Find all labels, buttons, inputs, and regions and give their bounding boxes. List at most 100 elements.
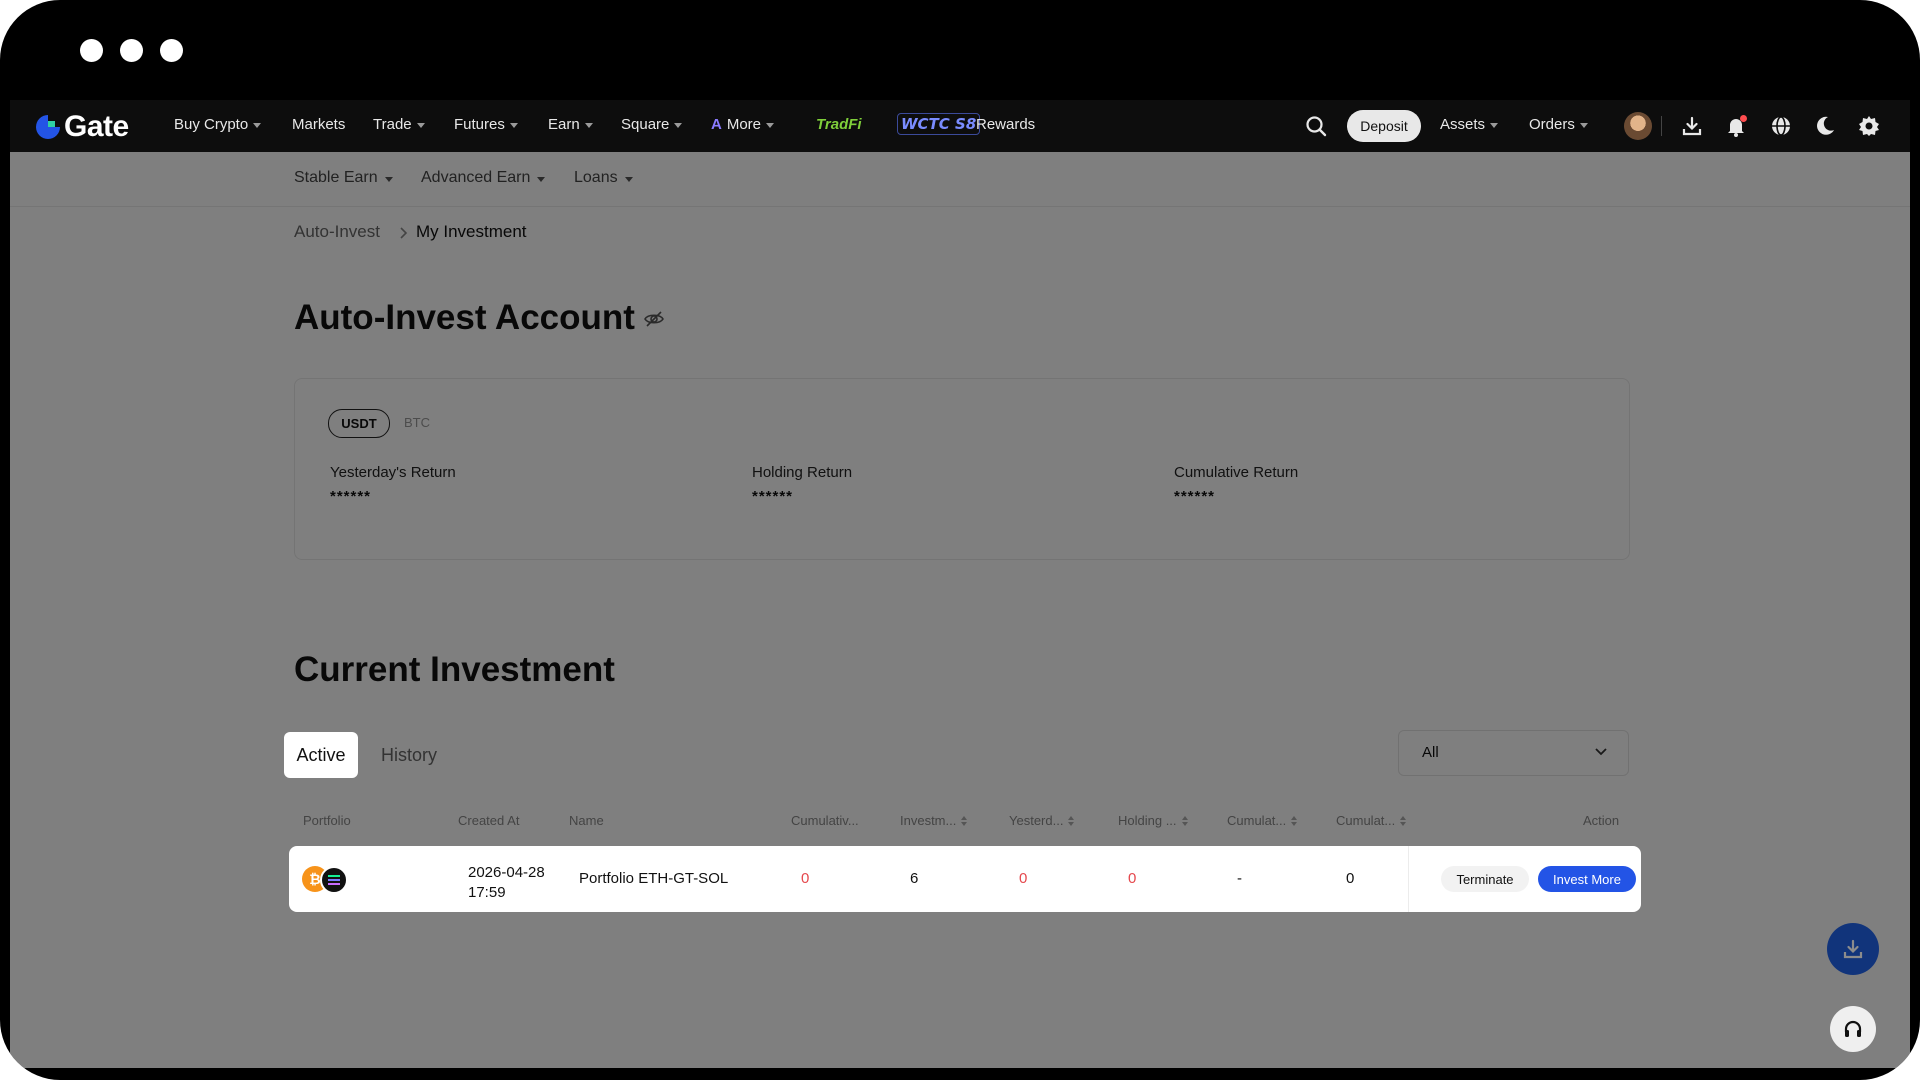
- deposit-button[interactable]: Deposit: [1347, 110, 1421, 142]
- nav-wctc[interactable]: WCTC S8: [897, 113, 981, 135]
- sort-icon: [1068, 815, 1075, 826]
- sort-icon: [961, 815, 968, 826]
- nav-earn-label: Earn: [548, 116, 580, 133]
- nav-orders-label: Orders: [1529, 116, 1575, 133]
- nav-trade[interactable]: Trade: [373, 116, 425, 133]
- col-cumulative[interactable]: Cumulativ...: [791, 813, 859, 828]
- tradfi-logo-text: TradFi: [816, 116, 862, 133]
- chevron-down-icon: [584, 123, 593, 128]
- terminate-button[interactable]: Terminate: [1441, 866, 1529, 892]
- user-avatar[interactable]: [1624, 112, 1652, 140]
- nav-more[interactable]: A More: [711, 116, 775, 133]
- nav-buy-crypto-label: Buy Crypto: [174, 116, 249, 133]
- dark-mode-icon[interactable]: [1812, 113, 1838, 139]
- created-time: 17:59: [468, 884, 506, 901]
- nav-more-label: More: [726, 116, 762, 133]
- download-icon[interactable]: [1679, 113, 1705, 139]
- gate-logo-text: Gate: [64, 110, 129, 143]
- cumulative-3-value: 0: [1346, 870, 1355, 887]
- chevron-right-icon: [400, 227, 408, 239]
- download-app-button[interactable]: [1827, 923, 1879, 975]
- currency-toggle-btc[interactable]: BTC: [404, 415, 430, 430]
- chevron-down-icon: [624, 176, 633, 182]
- portfolio-name[interactable]: Portfolio ETH-GT-SOL: [579, 870, 728, 887]
- subnav-stable-earn-label: Stable Earn: [294, 169, 378, 186]
- nav-buy-crypto[interactable]: Buy Crypto: [174, 116, 262, 133]
- nav-earn[interactable]: Earn: [548, 116, 593, 133]
- filter-select-value: All: [1422, 744, 1439, 761]
- col-investment[interactable]: Investm...: [900, 813, 968, 828]
- gate-logo-icon: [36, 115, 60, 139]
- nav-markets[interactable]: Markets: [292, 116, 345, 133]
- chevron-down-icon: [537, 176, 546, 182]
- col-cumulative-3[interactable]: Cumulat...: [1336, 813, 1407, 828]
- chevron-down-icon: [1490, 123, 1499, 128]
- chevron-down-icon: [1579, 123, 1588, 128]
- modal-overlay: [10, 152, 1910, 1068]
- col-action: Action: [1583, 813, 1620, 828]
- search-icon[interactable]: [1303, 113, 1329, 139]
- metric-holding-label: Holding Return: [752, 464, 853, 481]
- support-button[interactable]: [1830, 1006, 1876, 1052]
- yesterday-value: 0: [1019, 870, 1028, 887]
- col-holding[interactable]: Holding ...: [1118, 813, 1188, 828]
- col-cumulative-2[interactable]: Cumulat...: [1227, 813, 1298, 828]
- nav-assets[interactable]: Assets: [1440, 116, 1499, 133]
- breadcrumb-parent[interactable]: Auto-Invest: [294, 222, 380, 242]
- col-portfolio: Portfolio: [303, 813, 351, 828]
- investment-value: 6: [910, 870, 919, 887]
- nav-orders[interactable]: Orders: [1529, 116, 1588, 133]
- sort-icon: [1400, 815, 1407, 826]
- nav-tradfi[interactable]: TradFi: [816, 116, 862, 133]
- metric-cumulative-value: ******: [1174, 488, 1216, 505]
- browser-viewport: Gate Buy Crypto Markets Trade Futures Ea…: [10, 100, 1910, 1068]
- nav-futures-label: Futures: [454, 116, 505, 133]
- gate-logo[interactable]: Gate: [34, 110, 129, 144]
- tab-active[interactable]: Active: [284, 732, 358, 778]
- download-icon: [1843, 939, 1863, 959]
- window-dot-maximize[interactable]: [160, 39, 183, 62]
- subnav-advanced-earn[interactable]: Advanced Earn: [421, 169, 546, 187]
- sol-coin-icon: [320, 866, 348, 894]
- col-created-at: Created At: [458, 813, 520, 828]
- created-at-cell: 2026-04-28 17:59: [468, 863, 545, 903]
- nav-trade-label: Trade: [373, 116, 412, 133]
- invest-more-button[interactable]: Invest More: [1538, 866, 1636, 892]
- chevron-down-icon: [384, 176, 393, 182]
- tab-history[interactable]: History: [370, 732, 448, 778]
- cumulative-value: 0: [801, 870, 810, 887]
- chevron-down-icon: [253, 123, 262, 128]
- nav-markets-label: Markets: [292, 116, 346, 133]
- action-column-divider: [1408, 846, 1409, 912]
- subnav-stable-earn[interactable]: Stable Earn: [294, 169, 393, 187]
- chevron-down-icon: [509, 123, 518, 128]
- subnav-loans[interactable]: Loans: [574, 169, 633, 187]
- nav-futures[interactable]: Futures: [454, 116, 518, 133]
- currency-toggle-usdt[interactable]: USDT: [328, 409, 390, 438]
- page-title: Auto-Invest Account: [294, 298, 635, 337]
- window-dot-minimize[interactable]: [120, 39, 143, 62]
- globe-icon[interactable]: [1768, 113, 1794, 139]
- metric-holding-value: ******: [752, 488, 794, 505]
- ai-icon: A: [711, 116, 722, 133]
- metric-yesterday-label: Yesterday's Return: [330, 464, 456, 481]
- metric-yesterday-value: ******: [330, 488, 372, 505]
- wctc-logo-text: WCTC S8: [897, 113, 981, 135]
- table-row[interactable]: ₿ 2026-04-28 17:59 Portfolio ETH-GT-SOL …: [289, 846, 1641, 912]
- filter-select[interactable]: All: [1398, 730, 1629, 776]
- gear-icon[interactable]: [1856, 113, 1882, 139]
- nav-rewards[interactable]: Rewards: [976, 116, 1035, 133]
- device-frame: Gate Buy Crypto Markets Trade Futures Ea…: [0, 0, 1920, 1080]
- window-dot-close[interactable]: [80, 39, 103, 62]
- col-yesterday[interactable]: Yesterd...: [1009, 813, 1075, 828]
- sort-icon: [1181, 815, 1188, 826]
- subnav-advanced-earn-label: Advanced Earn: [421, 169, 531, 186]
- bell-icon[interactable]: [1723, 113, 1749, 139]
- metric-cumulative-label: Cumulative Return: [1174, 464, 1299, 481]
- earn-subnav: Stable Earn Advanced Earn Loans: [10, 152, 1910, 207]
- eye-off-icon[interactable]: [643, 308, 665, 330]
- section-title: Current Investment: [294, 650, 615, 689]
- nav-rewards-label: Rewards: [976, 116, 1036, 133]
- nav-square[interactable]: Square: [621, 116, 683, 133]
- holding-value: 0: [1128, 870, 1137, 887]
